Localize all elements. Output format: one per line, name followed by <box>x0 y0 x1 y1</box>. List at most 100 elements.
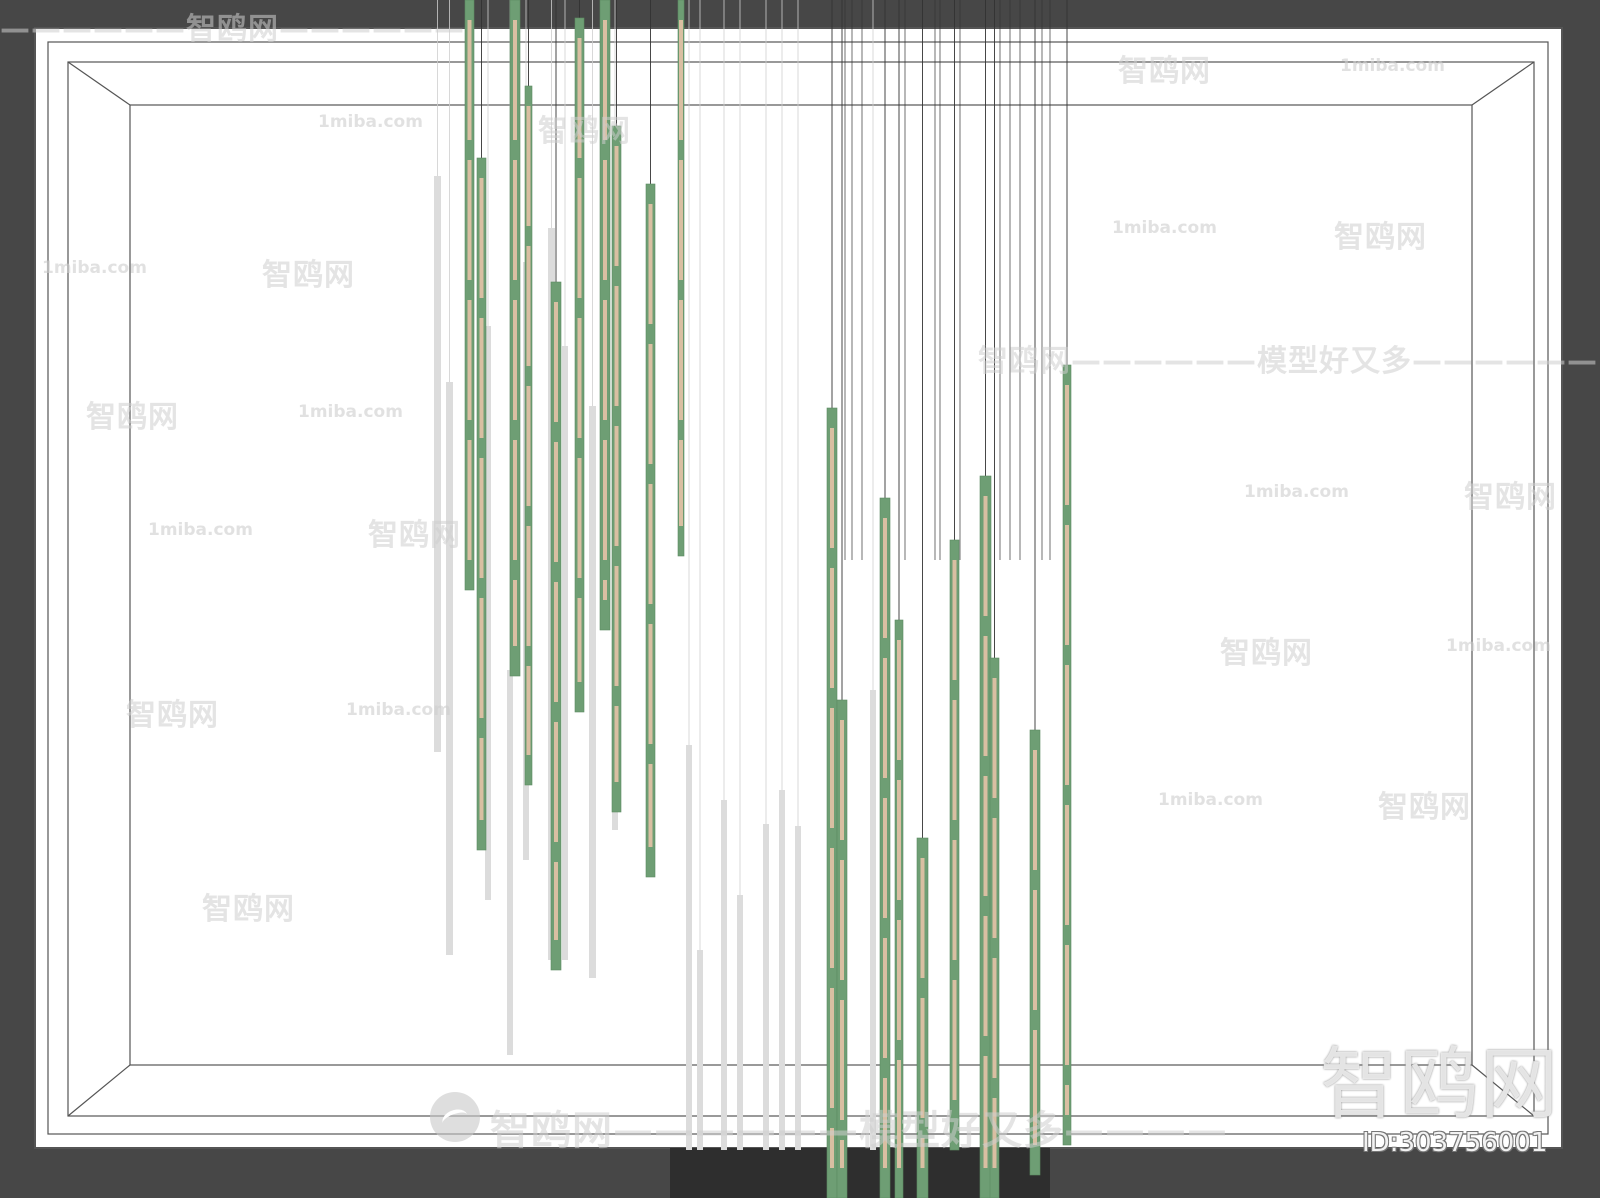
tube-light-segment <box>526 106 531 226</box>
tube-light-segment <box>883 938 887 1058</box>
tube-light-segment <box>577 458 582 578</box>
tube-light-segment <box>648 624 653 744</box>
pendant-tube-ghost <box>721 800 727 1150</box>
tube-light-segment <box>603 580 607 600</box>
tube-light-segment <box>1033 750 1037 870</box>
tube-light-segment <box>1065 805 1069 925</box>
tube-light-segment <box>513 580 517 646</box>
tube-light-segment <box>883 1078 887 1168</box>
tube-light-segment <box>526 246 531 366</box>
pendant-tube-ghost <box>779 790 785 1150</box>
pendant-tube-ghost <box>446 382 453 955</box>
render-viewport: ——————智鸥网—————— 1miba.com 智鸥网 智鸥网 1miba.… <box>0 0 1600 1198</box>
pendant-tube-ghost <box>434 176 441 752</box>
tube-light-segment <box>679 20 683 140</box>
tube-light-segment <box>840 1000 844 1120</box>
tube-light-segment <box>614 286 619 406</box>
tube-light-segment <box>479 318 484 438</box>
tube-light-segment <box>614 566 619 686</box>
tube-light-segment <box>577 598 582 682</box>
tube-light-segment <box>577 178 582 298</box>
tube-light-segment <box>983 636 988 756</box>
tube-light-segment <box>897 640 901 760</box>
tube-light-segment <box>526 666 531 755</box>
tube-light-segment <box>603 160 607 280</box>
tube-light-segment <box>467 20 472 140</box>
tube-light-segment <box>830 1128 834 1168</box>
tube-light-segment <box>614 706 619 782</box>
tube-light-segment <box>526 386 531 506</box>
tube-light-segment <box>467 440 472 560</box>
tube-light-segment <box>1065 385 1069 505</box>
tube-light-segment <box>992 818 997 938</box>
tube-light-segment <box>513 160 517 280</box>
tube-light-segment <box>648 484 653 604</box>
tube-light-segment <box>840 720 844 840</box>
tube-light-segment <box>830 708 834 828</box>
scene-render <box>34 0 1563 1198</box>
tube-light-segment <box>603 20 607 140</box>
tube-light-segment <box>603 300 607 420</box>
tube-light-segment <box>648 344 653 464</box>
tube-light-segment <box>920 1138 925 1168</box>
pendant-tube-ghost <box>589 406 596 978</box>
tube-light-segment <box>554 722 558 842</box>
tube-light-segment <box>614 146 619 266</box>
tube-light-segment <box>840 860 844 980</box>
tube-light-segment <box>920 998 925 1118</box>
tube-light-segment <box>679 440 683 526</box>
tube-light-segment <box>513 20 517 140</box>
tube-light-segment <box>577 318 582 438</box>
tube-light-segment <box>830 428 834 548</box>
pendant-tube-ghost <box>795 826 801 1150</box>
tube-light-segment <box>577 38 582 158</box>
tube-light-segment <box>983 776 988 896</box>
tube-light-segment <box>983 496 988 616</box>
tube-light-segment <box>513 300 517 420</box>
tube-light-segment <box>830 848 834 968</box>
tube-light-segment <box>952 840 957 960</box>
tube-light-segment <box>992 1098 997 1168</box>
brand-logo-icon <box>430 1092 480 1142</box>
tube-light-segment <box>983 916 988 1036</box>
tube-light-segment <box>897 1060 901 1168</box>
tube-light-segment <box>479 178 484 298</box>
pendant-tube-ghost <box>697 950 703 1150</box>
tube-light-segment <box>526 526 531 646</box>
tube-light-segment <box>679 160 683 280</box>
tube-light-segment <box>992 678 997 798</box>
tube-light-segment <box>648 204 653 324</box>
tube-light-segment <box>479 458 484 578</box>
tube-light-segment <box>614 426 619 546</box>
tube-light-segment <box>467 160 472 280</box>
tube-light-segment <box>983 1056 988 1168</box>
tube-light-segment <box>883 518 887 638</box>
tube-light-segment <box>830 988 834 1108</box>
tube-light-segment <box>603 440 607 560</box>
tube-light-segment <box>1065 945 1069 1065</box>
tube-light-segment <box>920 858 925 978</box>
tube-light-segment <box>1065 1085 1069 1115</box>
tube-light-segment <box>648 764 653 847</box>
tube-light-segment <box>952 700 957 820</box>
tube-light-segment <box>883 798 887 918</box>
tube-light-segment <box>467 300 472 420</box>
tube-light-segment <box>897 780 901 900</box>
pendant-tube-ghost <box>737 895 743 1150</box>
tube-light-segment <box>952 980 957 1100</box>
tube-light-segment <box>554 862 558 940</box>
tube-light-segment <box>479 598 484 718</box>
tube-light-segment <box>952 560 957 680</box>
tube-light-segment <box>1033 1030 1037 1145</box>
pendant-tube-ghost <box>686 745 692 1150</box>
tube-light-segment <box>830 568 834 688</box>
tube-light-segment <box>883 658 887 778</box>
pendant-tube-ghost <box>763 824 769 1150</box>
tube-light-segment <box>1033 890 1037 1010</box>
tube-light-segment <box>513 440 517 560</box>
tube-light-segment <box>1065 525 1069 645</box>
tube-light-segment <box>679 300 683 420</box>
tube-light-segment <box>840 1140 844 1168</box>
tube-light-segment <box>554 582 558 702</box>
pendant-tube-ghost <box>562 346 568 960</box>
